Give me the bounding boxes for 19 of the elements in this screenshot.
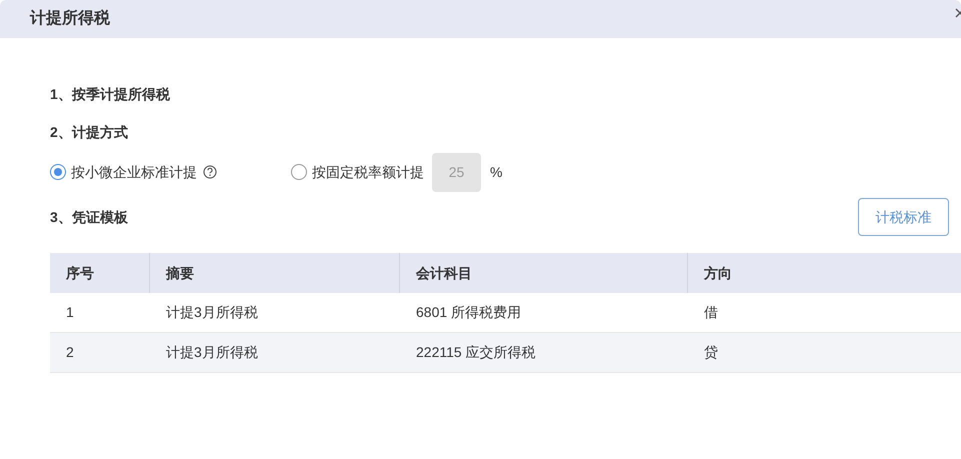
unit-label: % <box>490 162 502 182</box>
table-cell-text: 计提3月所得税 <box>165 343 259 362</box>
table-cell-text: 计提3月所得税 <box>165 303 259 322</box>
table-cell-text: 2 <box>65 343 75 362</box>
section-heading: 3、凭证模板 <box>50 208 128 227</box>
dialog-title: 计提所得税 <box>30 8 110 29</box>
section-heading: 1、按季计提所得税 <box>50 85 170 104</box>
radio-label[interactable]: 按固定税率额计提 <box>312 162 424 182</box>
help-icon[interactable] <box>203 165 217 179</box>
radio-button[interactable] <box>291 164 307 180</box>
section-heading: 2、计提方式 <box>50 123 128 142</box>
table-cell-text: 222115 应交所得税 <box>415 343 537 362</box>
radio-label[interactable]: 按小微企业标准计提 <box>71 162 197 182</box>
table-cell-text: 6801 所得税费用 <box>415 303 522 322</box>
radio-button[interactable] <box>50 164 66 180</box>
table-cell-text: 借 <box>703 303 719 322</box>
column-header: 方向 <box>702 264 733 282</box>
table-cell-text: 贷 <box>703 343 719 362</box>
table-cell-text: 1 <box>65 303 75 322</box>
